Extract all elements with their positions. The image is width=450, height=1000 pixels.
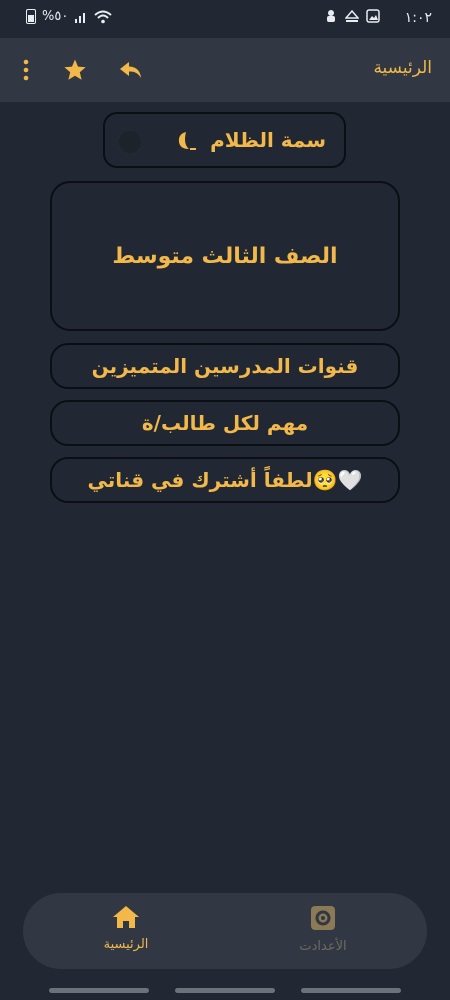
bottom-navigation: الرئيسية الأعدادت	[23, 893, 427, 969]
gesture-bar-center	[175, 988, 275, 993]
teachers-channels-label: قنوات المدرسين المتميزين	[91, 354, 359, 378]
image-icon	[366, 9, 380, 23]
menu-dots-icon[interactable]	[10, 54, 42, 86]
toggle-switch[interactable]	[119, 131, 141, 153]
page-title: الرئيسية	[373, 58, 432, 78]
share-arrow-icon[interactable]	[115, 54, 147, 86]
grade-card[interactable]: الصف الثالث متوسط	[50, 181, 400, 331]
important-button[interactable]: مهم لكل طالب/ة	[50, 400, 400, 446]
notification-icon	[327, 10, 335, 22]
wifi-icon	[94, 10, 112, 23]
clock: ١:٠٢	[404, 10, 432, 26]
nav-settings[interactable]: الأعدادت	[268, 905, 378, 954]
app-bar: الرئيسية	[0, 38, 450, 102]
signal-icon	[75, 12, 86, 23]
gesture-bar-left	[49, 988, 149, 993]
eject-icon	[345, 9, 359, 22]
dark-theme-toggle[interactable]: سمة الظلام	[103, 112, 346, 168]
subscribe-label: لطفاً أشترك في قناتي🥺🤍	[87, 468, 363, 492]
gesture-bar-right	[301, 988, 401, 993]
nav-home[interactable]: الرئيسية	[71, 905, 181, 952]
nav-settings-label: الأعدادت	[299, 939, 347, 954]
dark-theme-label: سمة الظلام	[210, 128, 326, 152]
teachers-channels-button[interactable]: قنوات المدرسين المتميزين	[50, 343, 400, 389]
gear-icon	[311, 906, 335, 930]
battery-percent: %٥٠	[42, 9, 69, 24]
nav-home-label: الرئيسية	[103, 937, 149, 952]
star-icon[interactable]	[59, 54, 91, 86]
battery-icon	[26, 9, 36, 24]
grade-card-label: الصف الثالث متوسط	[112, 243, 338, 269]
status-right	[324, 9, 380, 23]
home-icon	[113, 906, 139, 928]
moon-icon	[173, 130, 197, 156]
subscribe-button[interactable]: لطفاً أشترك في قناتي🥺🤍	[50, 457, 400, 503]
important-label: مهم لكل طالب/ة	[141, 411, 309, 435]
status-bar: %٥٠ ١:٠٢	[0, 0, 450, 38]
status-left: %٥٠	[26, 9, 112, 24]
